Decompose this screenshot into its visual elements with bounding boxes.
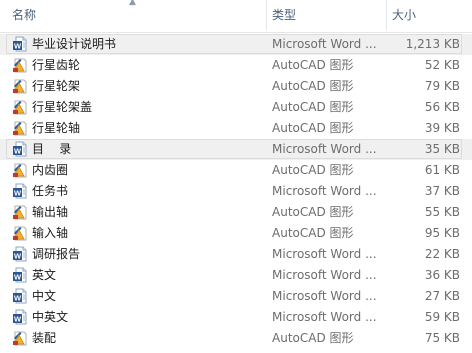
- file-size: 59 KB: [424, 310, 460, 324]
- file-list: W 毕业设计说明书 Microsoft Word ... 1,213 KB 行星齿轮 Au…: [0, 34, 472, 349]
- file-name[interactable]: 内齿圈: [32, 160, 68, 181]
- file-row[interactable]: W 目 录 Microsoft Word ... 35 KB: [0, 139, 472, 160]
- column-header-bar: ▲ 名称 类型 大小: [0, 0, 472, 33]
- file-name[interactable]: 输出轴: [32, 202, 68, 223]
- file-row[interactable]: W 任务书 Microsoft Word ... 37 KB: [0, 181, 472, 202]
- file-row[interactable]: 输入轴 AutoCAD 图形 95 KB: [0, 223, 472, 244]
- file-name[interactable]: 输入轴: [32, 223, 68, 244]
- column-header-size[interactable]: 大小: [388, 0, 472, 32]
- file-size: 79 KB: [424, 79, 460, 93]
- file-name[interactable]: 任务书: [32, 181, 68, 202]
- file-row[interactable]: 行星轮轴 AutoCAD 图形 39 KB: [0, 118, 472, 139]
- file-type: AutoCAD 图形: [272, 226, 354, 240]
- file-row[interactable]: 行星轮架 AutoCAD 图形 79 KB: [0, 76, 472, 97]
- file-size: 35 KB: [424, 142, 460, 156]
- svg-text:W: W: [14, 188, 22, 197]
- column-divider[interactable]: [266, 0, 267, 30]
- file-explorer-details-view: ▲ 名称 类型 大小 W 毕业设计说明书 Microsoft Word ... 1,2…: [0, 0, 472, 353]
- file-row[interactable]: W 英文 Microsoft Word ... 36 KB: [0, 265, 472, 286]
- file-type: Microsoft Word ...: [272, 289, 377, 303]
- file-row[interactable]: 行星轮架盖 AutoCAD 图形 56 KB: [0, 97, 472, 118]
- word-document-icon: W: [12, 267, 28, 283]
- file-name[interactable]: 装配: [32, 328, 56, 349]
- file-size: 52 KB: [424, 58, 460, 72]
- file-name[interactable]: 中英文: [32, 307, 68, 328]
- file-size: 55 KB: [424, 205, 460, 219]
- file-type: AutoCAD 图形: [272, 121, 354, 135]
- word-document-icon: W: [12, 36, 28, 52]
- file-name[interactable]: 调研报告: [32, 244, 80, 265]
- file-size: 61 KB: [424, 163, 460, 177]
- file-type: AutoCAD 图形: [272, 79, 354, 93]
- word-document-icon: W: [12, 288, 28, 304]
- autocad-drawing-icon: [12, 225, 28, 241]
- word-document-icon: W: [12, 141, 28, 157]
- file-row[interactable]: W 中英文 Microsoft Word ... 59 KB: [0, 307, 472, 328]
- file-type: Microsoft Word ...: [272, 268, 377, 282]
- file-name[interactable]: 行星轮架盖: [32, 97, 92, 118]
- file-size: 95 KB: [424, 226, 460, 240]
- file-name[interactable]: 行星轮轴: [32, 118, 80, 139]
- column-header-type[interactable]: 类型: [268, 0, 386, 32]
- file-size: 39 KB: [424, 121, 460, 135]
- file-type: Microsoft Word ...: [272, 184, 377, 198]
- file-type: Microsoft Word ...: [272, 247, 377, 261]
- autocad-drawing-icon: [12, 330, 28, 346]
- file-row[interactable]: W 调研报告 Microsoft Word ... 22 KB: [0, 244, 472, 265]
- autocad-drawing-icon: [12, 99, 28, 115]
- file-size: 56 KB: [424, 100, 460, 114]
- file-name[interactable]: 行星轮架: [32, 76, 80, 97]
- autocad-drawing-icon: [12, 78, 28, 94]
- svg-text:W: W: [14, 251, 22, 260]
- file-type: Microsoft Word ...: [272, 310, 377, 324]
- file-row[interactable]: 内齿圈 AutoCAD 图形 61 KB: [0, 160, 472, 181]
- file-name[interactable]: 行星齿轮: [32, 55, 80, 76]
- file-row[interactable]: W 中文 Microsoft Word ... 27 KB: [0, 286, 472, 307]
- file-row[interactable]: W 毕业设计说明书 Microsoft Word ... 1,213 KB: [0, 34, 472, 55]
- svg-text:W: W: [14, 41, 22, 50]
- svg-text:W: W: [14, 272, 22, 281]
- file-name[interactable]: 毕业设计说明书: [32, 34, 116, 55]
- column-divider[interactable]: [386, 0, 387, 30]
- file-type: AutoCAD 图形: [272, 58, 354, 72]
- file-name[interactable]: 目 录: [32, 139, 71, 160]
- file-size: 36 KB: [424, 268, 460, 282]
- file-type: Microsoft Word ...: [272, 142, 377, 156]
- file-row[interactable]: 装配 AutoCAD 图形 75 KB: [0, 328, 472, 349]
- autocad-drawing-icon: [12, 57, 28, 73]
- file-row[interactable]: 行星齿轮 AutoCAD 图形 52 KB: [0, 55, 472, 76]
- file-type: AutoCAD 图形: [272, 163, 354, 177]
- svg-text:W: W: [14, 293, 22, 302]
- file-size: 22 KB: [424, 247, 460, 261]
- word-document-icon: W: [12, 246, 28, 262]
- autocad-drawing-icon: [12, 162, 28, 178]
- autocad-drawing-icon: [12, 120, 28, 136]
- word-document-icon: W: [12, 183, 28, 199]
- file-size: 1,213 KB: [405, 37, 460, 51]
- file-row[interactable]: 输出轴 AutoCAD 图形 55 KB: [0, 202, 472, 223]
- autocad-drawing-icon: [12, 204, 28, 220]
- file-type: AutoCAD 图形: [272, 100, 354, 114]
- file-type: AutoCAD 图形: [272, 331, 354, 345]
- file-type: Microsoft Word ...: [272, 37, 377, 51]
- file-type: AutoCAD 图形: [272, 205, 354, 219]
- svg-text:W: W: [14, 314, 22, 323]
- file-name[interactable]: 英文: [32, 265, 56, 286]
- file-size: 27 KB: [424, 289, 460, 303]
- column-header-name[interactable]: 名称: [8, 0, 266, 32]
- file-size: 75 KB: [424, 331, 460, 345]
- word-document-icon: W: [12, 309, 28, 325]
- file-name[interactable]: 中文: [32, 286, 56, 307]
- file-size: 37 KB: [424, 184, 460, 198]
- svg-text:W: W: [14, 146, 22, 155]
